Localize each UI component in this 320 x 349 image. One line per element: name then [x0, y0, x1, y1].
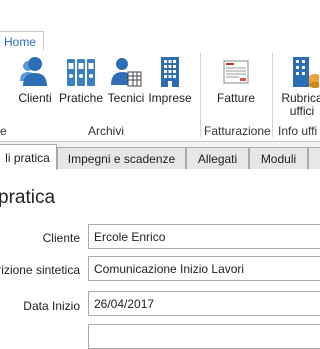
imprese-button[interactable]: Imprese	[148, 55, 192, 113]
tab-impegni-scadenze[interactable]: Impegni e scadenze	[57, 147, 186, 169]
group-label-fatturazione: Fatturazione	[204, 124, 271, 138]
pratiche-label: Pratiche	[58, 91, 104, 105]
tecnici-button[interactable]: Tecnici	[106, 55, 146, 113]
building-icon	[161, 57, 179, 87]
cliente-field[interactable]: Ercole Enrico	[88, 224, 320, 249]
ribbon: Clienti Pratiche Tecnici Imprese Fatture…	[0, 49, 320, 142]
group-separator	[272, 53, 273, 137]
fatture-label: Fatture	[216, 91, 255, 105]
rubrica-uffici-label: Rubrica uffici	[281, 91, 320, 118]
invoice-icon	[223, 60, 249, 84]
clienti-button[interactable]: Clienti	[16, 55, 54, 113]
pratica-form: pratica Cliente Ercole Enrico rizione si…	[0, 169, 320, 349]
group-label-archivi: Archivi	[88, 124, 125, 138]
office-directory-icon	[293, 57, 319, 88]
tab-more[interactable]	[308, 147, 320, 169]
page-title: pratica	[0, 187, 56, 208]
tab-dati-pratica[interactable]: li pratica	[0, 144, 57, 170]
tecnici-label: Tecnici	[107, 91, 145, 105]
rubrica-uffici-button[interactable]: Rubrica uffici	[280, 55, 320, 127]
title-bar-area	[0, 0, 320, 30]
tab-moduli[interactable]: Moduli	[249, 147, 308, 169]
cliente-label: Cliente	[42, 231, 80, 245]
tab-allegati[interactable]: Allegati	[186, 147, 249, 169]
group-label-partial: e	[0, 124, 7, 138]
data-inizio-field[interactable]: 26/04/2017	[88, 291, 320, 316]
descrizione-label: rizione sintetica	[0, 263, 80, 277]
data-inizio-label: Data Inizio	[23, 299, 80, 313]
imprese-label: Imprese	[148, 91, 192, 105]
clienti-label: Clienti	[18, 91, 52, 105]
descrizione-field[interactable]: Comunicazione Inizio Lavori	[88, 256, 320, 281]
pratiche-button[interactable]: Pratiche	[58, 55, 104, 113]
fatture-button[interactable]: Fatture	[214, 55, 258, 113]
binders-icon	[67, 59, 95, 86]
group-separator	[200, 53, 201, 137]
technician-icon	[111, 58, 142, 87]
users-icon	[20, 57, 47, 86]
document-tab-strip: li pratica Impegni e scadenze Allegati M…	[0, 142, 320, 170]
group-label-info-uffici: Info uffi	[278, 124, 318, 138]
tab-home[interactable]: Home	[0, 31, 44, 50]
next-field[interactable]	[88, 324, 320, 349]
